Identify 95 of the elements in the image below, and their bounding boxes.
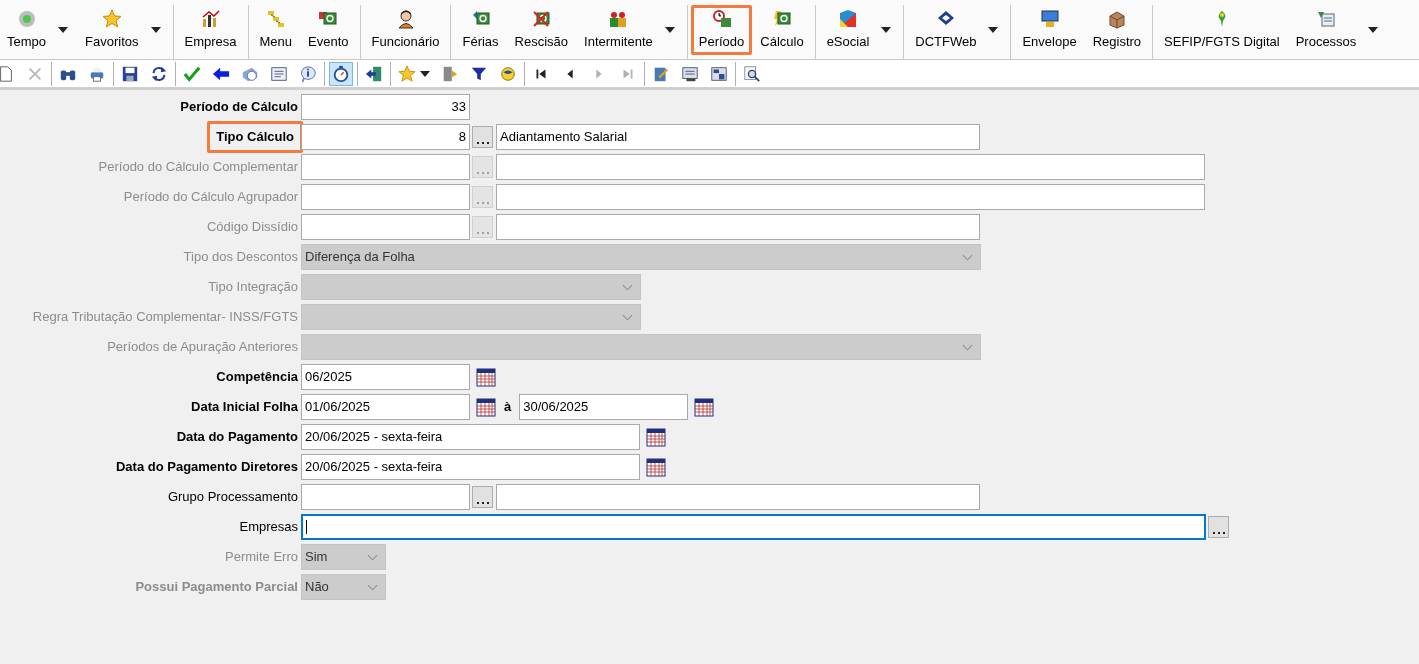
toolbar-button[interactable]: Funcionário [363,5,448,55]
field-label: Tipo dos Descontos [183,248,298,267]
toolbar-button[interactable]: Registro [1084,5,1150,55]
star-icon [398,64,416,83]
cancel-money-icon [531,9,552,29]
toolbar-button[interactable]: Férias [454,5,507,55]
input-field[interactable]: 20/06/2025 - sexta-feira [301,424,640,450]
input-field[interactable]: 33 [301,94,470,120]
field-label: Permite Erro [225,548,298,567]
field-label: Grupo Processamento [167,488,298,507]
browse-button[interactable] [472,486,493,508]
field-label: Data Inicial Folha [191,398,298,417]
field-label: Competência [216,368,298,387]
info-icon [299,64,317,83]
report-icon [710,64,728,83]
toolbar-button[interactable]: Tempo [0,5,78,55]
field-label: Períodos de Apuração Anteriores [107,338,298,357]
refresh-icon [150,64,168,83]
input-field[interactable] [301,514,1206,540]
toolbar-button[interactable]: eSocial [818,5,901,55]
field-label: Empresas [239,518,298,537]
toolbar-button[interactable]: DCTFWeb [907,5,1008,55]
field-label: Período do Cálculo Agrupador [123,188,298,207]
save-icon [121,64,139,83]
toolbar-button[interactable]: Processos [1287,5,1388,55]
steps-icon [265,9,286,29]
field-label: Código Dissídio [206,218,298,237]
toolbar-button[interactable]: Favoritos [77,5,170,55]
input-field[interactable]: 20/06/2025 - sexta-feira [301,454,640,480]
status-light-icon [16,9,37,29]
calendar-icon [646,457,666,477]
toolbar-button[interactable]: Empresa [176,5,245,55]
form-icon [270,64,288,83]
chevron-down-icon [622,313,633,321]
input-field[interactable]: Adiantamento Salarial [496,124,980,150]
chevron-down-icon [367,553,378,561]
toolbar-button[interactable]: Menu [251,5,301,55]
calendar-icon [476,397,496,417]
input-field[interactable]: 01/06/2025 [301,394,470,420]
clock-money-icon [711,9,732,29]
field-label: Data do Pagamento [176,428,298,447]
caret-icon [881,27,892,33]
chevron-down-icon [622,283,633,291]
monitor-icon [1039,9,1060,29]
box-icon [1106,9,1127,29]
input-field[interactable]: 06/2025 [301,364,470,390]
caret-icon [988,27,999,33]
document-icon [1316,9,1336,29]
range-separator: à [504,398,512,417]
search-icon [743,64,761,83]
input-field[interactable]: 30/06/2025 [519,394,689,420]
chart-icon [200,9,221,29]
input-field[interactable] [496,484,980,510]
exit-icon [365,64,383,83]
toolbar-button[interactable]: Envelope [1014,5,1085,55]
field-label: Data do Pagamento Diretores [115,458,298,477]
calendar-icon [646,427,666,447]
input-field[interactable] [301,484,470,510]
field-label: Tipo Integração [208,278,298,297]
caret-icon [150,27,161,33]
browse-button[interactable] [1208,516,1229,538]
report-icon [681,64,699,83]
caret-icon [664,27,675,33]
input-field[interactable] [496,154,1205,180]
field-label: Período de Cálculo [180,98,298,117]
calendar-icon [694,397,715,417]
door-icon [441,64,459,83]
input-field[interactable] [496,184,1205,210]
toolbar-button[interactable]: SEFIP/FGTS Digital [1156,5,1288,55]
input-field[interactable]: 8 [301,124,470,150]
toolbar-button[interactable]: Evento [300,5,357,55]
dropdown-value: Diferença da Folha [305,248,415,267]
chevron-down-icon [962,253,973,261]
people-icon [608,9,629,29]
field-label: Possui Pagamento Parcial [135,578,298,597]
tool-button[interactable] [329,61,353,86]
toolbar-button[interactable]: Cálculo [752,5,812,55]
dropdown-value: Sim [305,548,328,567]
star-icon [101,9,122,29]
chevron-down-icon [962,343,973,351]
dropdown-value: Não [305,578,329,597]
field-label: Regra Tributação Complementar- INSS/FGTS [32,308,298,327]
check-icon [183,64,201,83]
stopwatch-icon [332,64,350,83]
toolbar-button[interactable]: Rescisão [506,5,577,55]
calendar-icon [476,367,496,387]
chevron-down-icon [367,583,378,591]
caret-icon [58,27,69,33]
browse-button[interactable] [472,126,493,148]
caret-icon [1368,27,1379,33]
input-field[interactable] [496,214,980,240]
caret-icon [420,70,430,77]
toolbar-button[interactable]: Intermitente [576,5,684,55]
field-label: Período do Cálculo Complementar [98,158,298,177]
toolbar-button[interactable]: Período [690,5,753,55]
